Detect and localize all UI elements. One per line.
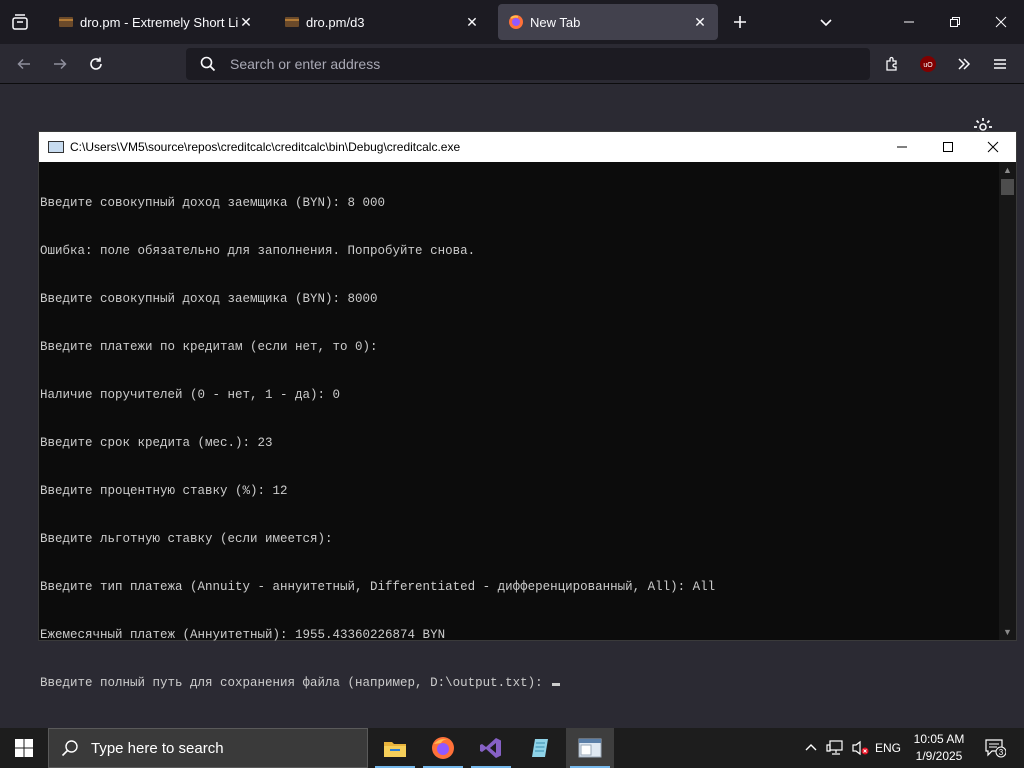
console-prompt-line[interactable]: Введите полный путь для сохранения файла… [40, 675, 999, 691]
console-minimize-icon[interactable] [879, 132, 925, 162]
input-language-indicator[interactable]: ENG [872, 728, 904, 768]
tab-new-tab[interactable]: New Tab ✕ [498, 4, 718, 40]
tab-dro-pm-d3[interactable]: dro.pm/d3 ✕ [274, 4, 490, 40]
clock-time: 10:05 AM [913, 732, 965, 746]
address-input[interactable] [230, 56, 830, 72]
text-cursor [552, 683, 561, 686]
address-bar[interactable] [186, 48, 870, 80]
extensions-icon[interactable] [878, 50, 906, 78]
tab-title: dro.pm/d3 [306, 14, 365, 30]
console-line: Ежемесячный платеж (Аннуитетный): 1955.4… [40, 628, 446, 642]
console-line: Введите совокупный доход заемщика (BYN):… [40, 196, 386, 210]
dro-favicon-icon [59, 17, 73, 27]
scroll-up-icon[interactable]: ▲ [999, 162, 1016, 178]
console-line: Введите льготную ставку (если имеется): [40, 532, 333, 546]
taskbar: Type here to search ENG 10:05 AM 1/9/202… [0, 728, 1024, 768]
dro-favicon-icon [285, 17, 299, 27]
back-icon[interactable] [10, 50, 38, 78]
firefox-favicon-icon [509, 15, 523, 29]
console-window[interactable]: C:\Users\VM5\source\repos\creditcalc\cre… [38, 131, 1017, 690]
taskbar-search-placeholder: Type here to search [91, 739, 224, 757]
taskbar-search-box[interactable]: Type here to search [48, 728, 368, 768]
console-line: Введите тип платежа (Annuity - аннуитетн… [40, 580, 716, 594]
forward-icon[interactable] [46, 50, 74, 78]
start-button[interactable] [0, 728, 48, 768]
console-line: Введите совокупный доход заемщика (BYN):… [40, 292, 378, 306]
console-line: Введите процентную ставку (%): 12 [40, 484, 288, 498]
search-icon [200, 56, 216, 72]
console-prompt-text: Введите полный путь для сохранения файла… [40, 676, 551, 690]
visual-studio-icon[interactable] [467, 728, 515, 768]
minimize-icon[interactable] [886, 6, 932, 38]
search-icon [61, 740, 78, 757]
console-output[interactable]: Введите совокупный доход заемщика (BYN):… [39, 162, 999, 690]
svg-text:3: 3 [999, 748, 1004, 757]
menu-icon[interactable] [986, 50, 1014, 78]
console-title-bar[interactable]: C:\Users\VM5\source\repos\creditcalc\cre… [39, 132, 1016, 162]
show-hidden-icons-icon[interactable] [800, 728, 822, 768]
tab-close-icon[interactable]: ✕ [692, 14, 708, 31]
close-icon[interactable] [978, 6, 1024, 38]
volume-muted-icon[interactable] [848, 728, 872, 768]
scroll-thumb[interactable] [1001, 179, 1014, 195]
ublock-icon[interactable]: uO [914, 50, 942, 78]
network-icon[interactable] [823, 728, 847, 768]
tab-close-icon[interactable]: ✕ [464, 14, 480, 31]
clock-date: 1/9/2025 [915, 749, 963, 763]
tab-title: dro.pm - Extremely Short Links [80, 14, 238, 30]
tab-close-icon[interactable]: ✕ [238, 14, 254, 31]
new-tab-icon[interactable] [726, 6, 754, 38]
console-close-icon[interactable] [970, 132, 1016, 162]
console-title: C:\Users\VM5\source\repos\creditcalc\cre… [70, 140, 461, 154]
notepad-icon[interactable] [517, 728, 565, 768]
console-line: Введите платежи по кредитам (если нет, т… [40, 340, 378, 354]
svg-text:uO: uO [923, 62, 933, 69]
tab-dro-pm[interactable]: dro.pm - Extremely Short Links ✕ [48, 4, 264, 40]
console-app-icon [48, 141, 64, 153]
restore-icon[interactable] [932, 6, 978, 38]
overflow-icon[interactable] [950, 50, 978, 78]
system-clock[interactable]: 10:05 AM 1/9/2025 [905, 731, 973, 765]
tab-bar: dro.pm - Extremely Short Links ✕ dro.pm/… [0, 0, 1024, 44]
tab-title: New Tab [530, 14, 581, 30]
file-explorer-icon[interactable] [371, 728, 419, 768]
view-tabs-icon[interactable] [4, 6, 36, 38]
notifications-icon[interactable]: 3 [978, 728, 1012, 768]
windows-logo-icon [15, 739, 33, 757]
console-line: Введите срок кредита (мес.): 23 [40, 436, 273, 450]
firefox-icon[interactable] [419, 728, 467, 768]
console-window-taskbar-icon[interactable] [566, 728, 614, 768]
console-line: Ошибка: поле обязательно для заполнения.… [40, 244, 476, 258]
reload-icon[interactable] [82, 50, 110, 78]
console-maximize-icon[interactable] [925, 132, 971, 162]
console-scrollbar[interactable]: ▲ ▼ [999, 162, 1016, 640]
navigation-toolbar: uO [0, 44, 1024, 84]
scroll-down-icon[interactable]: ▼ [999, 624, 1016, 640]
list-tabs-icon[interactable] [812, 6, 840, 38]
console-line: Наличие поручителей (0 - нет, 1 - да): 0 [40, 388, 341, 402]
